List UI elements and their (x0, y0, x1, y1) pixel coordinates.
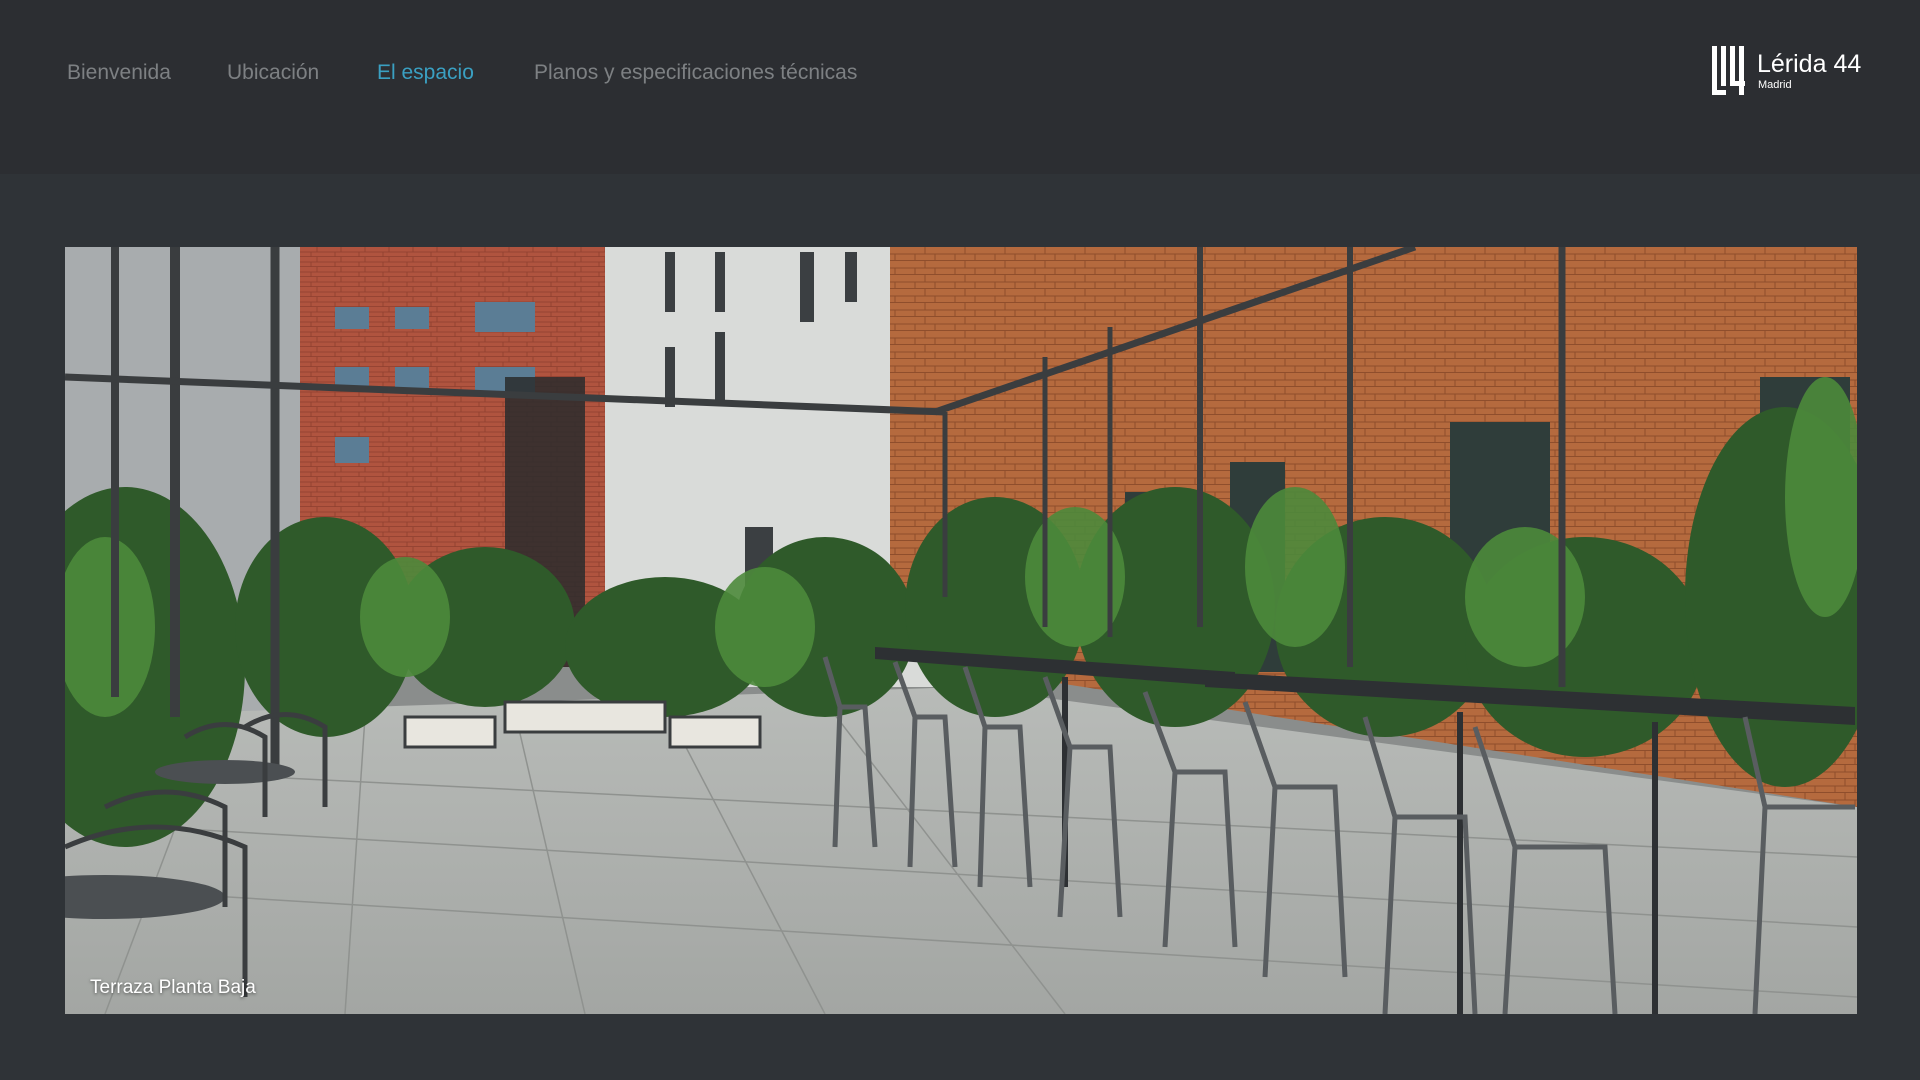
terrace-photo: Terraza Planta Baja (65, 247, 1857, 1014)
terrace-photo-illustration (65, 247, 1857, 1014)
nav-item-ubicacion[interactable]: Ubicación (227, 58, 319, 88)
brand-title: Lérida 44 (1757, 50, 1862, 78)
brand-subtitle: Madrid (1758, 79, 1792, 91)
building-logo-icon (1712, 46, 1745, 95)
nav-item-bienvenida[interactable]: Bienvenida (67, 58, 171, 88)
photo-caption: Terraza Planta Baja (90, 977, 256, 998)
brand-logo[interactable]: Lérida 44 Madrid (1712, 46, 1862, 96)
nav-item-el-espacio[interactable]: El espacio (377, 58, 474, 88)
nav-item-planos[interactable]: Planos y especificaciones técnicas (534, 58, 857, 88)
top-header: Bienvenida Ubicación El espacio Planos y… (0, 0, 1920, 174)
